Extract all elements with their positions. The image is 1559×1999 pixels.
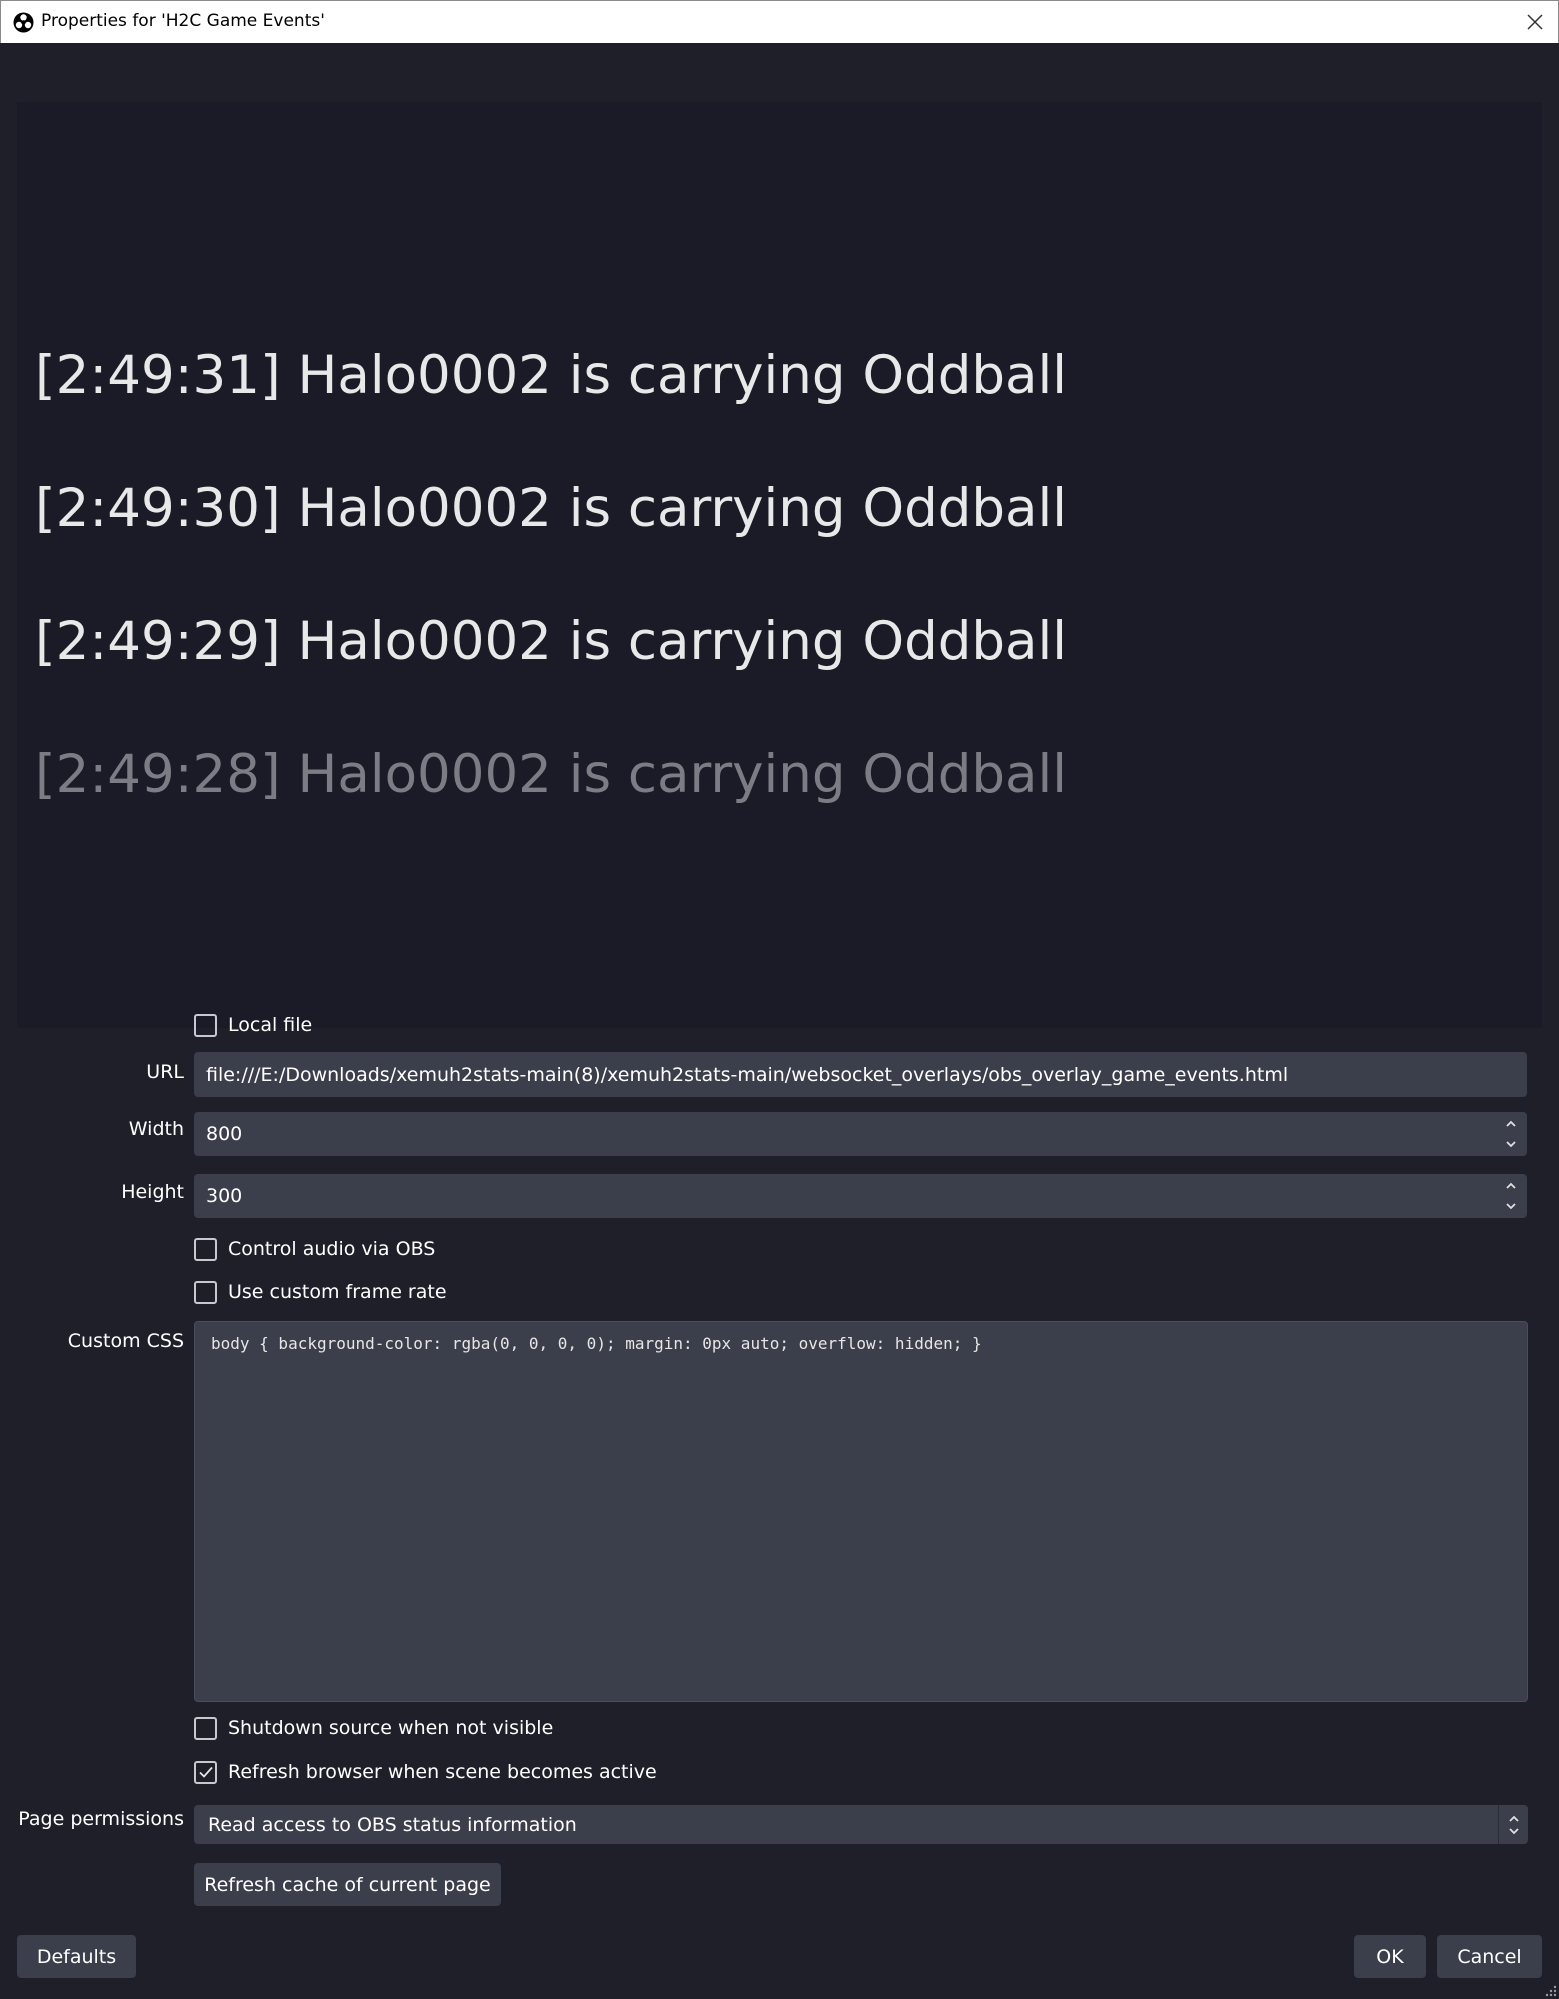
page-permissions-label: Page permissions (18, 1808, 184, 1830)
custom-css-textarea[interactable]: body { background-color: rgba(0, 0, 0, 0… (194, 1321, 1528, 1702)
shutdown-source-label: Shutdown source when not visible (228, 1717, 554, 1739)
height-value: 300 (206, 1185, 243, 1207)
close-button[interactable] (1512, 1, 1558, 43)
width-value: 800 (206, 1123, 243, 1145)
refresh-cache-button[interactable]: Refresh cache of current page (194, 1863, 501, 1906)
cancel-button[interactable]: Cancel (1437, 1935, 1542, 1978)
window-title: Properties for 'H2C Game Events' (41, 11, 325, 31)
local-file-checkbox[interactable]: Local file (194, 1012, 312, 1038)
custom-css-label: Custom CSS (67, 1330, 184, 1352)
spin-up-down-icon[interactable] (1498, 1805, 1528, 1844)
page-permissions-value: Read access to OBS status information (208, 1813, 577, 1836)
spin-up-down-icon[interactable] (1503, 1116, 1519, 1152)
dialog-body: [2:49:31] Halo0002 is carrying Oddball [… (0, 43, 1559, 1999)
event-line-faded: [2:49:28] Halo0002 is carrying Oddball (35, 744, 1067, 805)
refresh-browser-label: Refresh browser when scene becomes activ… (228, 1761, 657, 1783)
refresh-browser-checkbox[interactable]: Refresh browser when scene becomes activ… (194, 1759, 657, 1785)
height-spinbox[interactable]: 300 (194, 1174, 1527, 1218)
resize-grip-icon[interactable] (1543, 1983, 1557, 1997)
custom-frame-rate-checkbox[interactable]: Use custom frame rate (194, 1279, 447, 1305)
control-audio-checkbox[interactable]: Control audio via OBS (194, 1236, 435, 1262)
event-line: [2:49:31] Halo0002 is carrying Oddball (35, 345, 1067, 406)
shutdown-source-checkbox[interactable]: Shutdown source when not visible (194, 1715, 553, 1741)
checkbox[interactable] (194, 1716, 217, 1740)
height-label: Height (121, 1181, 184, 1203)
spin-up-down-icon[interactable] (1503, 1178, 1519, 1214)
checkbox[interactable] (194, 1237, 217, 1261)
close-icon (1527, 14, 1543, 30)
obs-logo-icon (13, 12, 34, 33)
local-file-label: Local file (228, 1014, 313, 1036)
custom-frame-rate-label: Use custom frame rate (228, 1281, 447, 1303)
defaults-button[interactable]: Defaults (17, 1935, 136, 1978)
url-input[interactable]: file:///E:/Downloads/xemuh2stats-main(8)… (194, 1052, 1527, 1097)
checkmark-icon (198, 1766, 213, 1778)
event-line: [2:49:30] Halo0002 is carrying Oddball (35, 478, 1067, 539)
control-audio-label: Control audio via OBS (228, 1238, 436, 1260)
checkbox[interactable] (194, 1280, 217, 1304)
title-bar: Properties for 'H2C Game Events' (0, 0, 1559, 43)
width-spinbox[interactable]: 800 (194, 1112, 1527, 1156)
event-line: [2:49:29] Halo0002 is carrying Oddball (35, 611, 1067, 672)
checkbox[interactable] (194, 1013, 217, 1037)
ok-button[interactable]: OK (1354, 1935, 1426, 1978)
page-permissions-select[interactable]: Read access to OBS status information (194, 1805, 1528, 1844)
browser-preview: [2:49:31] Halo0002 is carrying Oddball [… (17, 102, 1542, 1028)
url-value: file:///E:/Downloads/xemuh2stats-main(8)… (206, 1063, 1289, 1086)
url-label: URL (146, 1061, 184, 1083)
checkbox-checked[interactable] (194, 1760, 217, 1784)
width-label: Width (128, 1118, 184, 1140)
